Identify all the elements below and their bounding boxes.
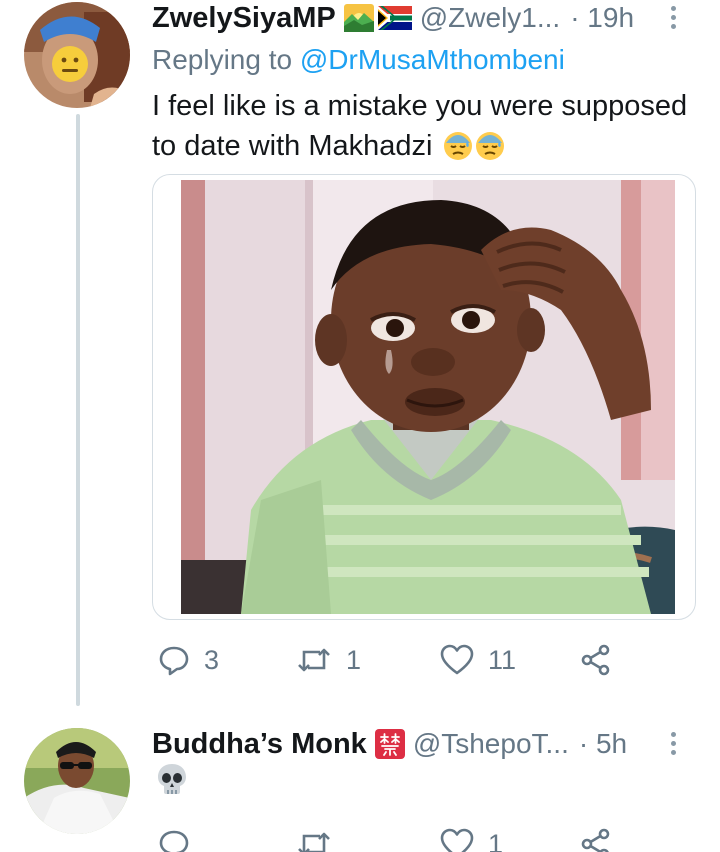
share-icon	[581, 828, 610, 852]
tweet-photo[interactable]	[181, 180, 675, 614]
retweet-button[interactable]: 1	[296, 640, 361, 680]
media-card[interactable]	[152, 174, 696, 620]
tweet-text: I feel like is a mistake you were suppos…	[152, 86, 702, 166]
tweet-header: ZwelySiyaMP @Zwely1... · 19h	[152, 0, 700, 36]
tweet-header: Buddha’s Monk @TshepoT... · 5h	[152, 726, 700, 762]
retweet-count: 1	[346, 644, 362, 675]
like-count: 11	[488, 644, 517, 675]
like-button[interactable]: 11	[440, 640, 516, 680]
timestamp[interactable]: · 19h	[570, 2, 634, 34]
display-name[interactable]: Buddha’s Monk	[152, 728, 367, 761]
share-button[interactable]	[580, 640, 612, 680]
heart-icon	[440, 828, 474, 852]
skull-icon	[158, 764, 186, 794]
name-emoji-badges	[343, 4, 412, 32]
user-handle[interactable]: @TshepoT...	[413, 728, 569, 760]
reply-count: 3	[204, 644, 220, 675]
reply-icon	[159, 830, 189, 852]
user-handle[interactable]: @Zwely1...	[420, 2, 560, 34]
reply-button[interactable]: 3	[158, 640, 219, 680]
south-africa-flag-icon	[377, 6, 412, 30]
share-icon	[581, 644, 610, 676]
replying-to: Replying to @DrMusaMthombeni	[152, 44, 565, 76]
tweet-actions: 3 1 11	[152, 640, 672, 680]
share-button[interactable]	[580, 824, 612, 852]
more-options-icon[interactable]	[658, 728, 688, 758]
avatar[interactable]	[24, 728, 130, 834]
display-name[interactable]: ZwelySiyaMP	[152, 2, 336, 35]
retweet-icon	[298, 648, 330, 672]
mention-link[interactable]: @DrMusaMthombeni	[300, 44, 565, 75]
avatar[interactable]	[24, 2, 130, 108]
sunrise-emoji-icon	[343, 4, 374, 32]
downcast-face-with-sweat-icon	[475, 132, 504, 160]
prohibited-kanji-icon	[374, 729, 405, 759]
reply-button[interactable]	[158, 824, 204, 852]
more-options-icon[interactable]	[658, 2, 688, 32]
like-button[interactable]: 1	[440, 824, 503, 852]
retweet-button[interactable]	[296, 824, 346, 852]
name-emoji-badges	[374, 729, 405, 759]
retweet-icon	[298, 832, 330, 852]
replying-prefix: Replying to	[152, 44, 300, 75]
tweet[interactable]: Buddha’s Monk @TshepoT... · 5h 1	[0, 708, 720, 852]
tweet[interactable]: ZwelySiyaMP @Zwely1... · 19h Replying to…	[0, 0, 720, 708]
timestamp[interactable]: · 5h	[579, 728, 627, 760]
like-count: 1	[488, 828, 504, 852]
reply-icon	[159, 646, 189, 676]
downcast-face-with-sweat-icon	[443, 132, 472, 160]
tweet-actions: 1	[152, 824, 672, 852]
thread-line	[76, 114, 80, 706]
tweet-text-content: I feel like is a mistake you were suppos…	[152, 90, 688, 162]
heart-icon	[440, 644, 474, 675]
